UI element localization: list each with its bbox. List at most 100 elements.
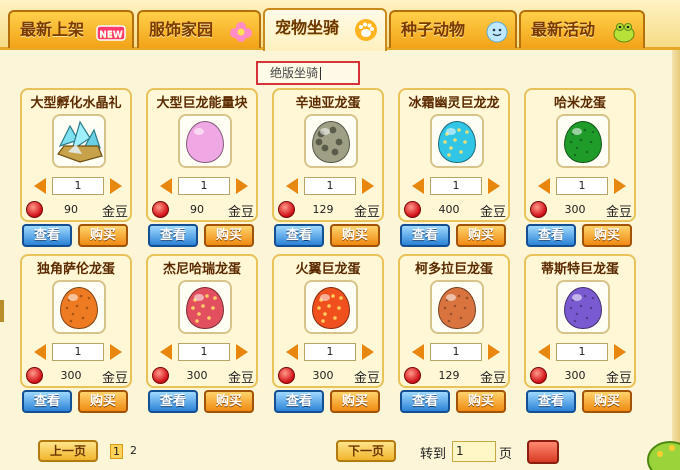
buy-button[interactable]: 购买 xyxy=(330,224,380,247)
item-thumbnail[interactable] xyxy=(178,280,232,334)
gold-bean-icon xyxy=(278,201,295,218)
left-edge-tab xyxy=(0,300,4,322)
tab-clothing[interactable]: 服饰家园 xyxy=(137,10,261,48)
buy-button[interactable]: 购买 xyxy=(78,390,128,413)
page-number-current[interactable]: 1 xyxy=(110,444,123,459)
buy-button[interactable]: 购买 xyxy=(582,224,632,247)
increase-arrow-icon[interactable] xyxy=(110,178,122,194)
view-button[interactable]: 查看 xyxy=(526,390,576,413)
item-thumbnail[interactable] xyxy=(52,114,106,168)
decrease-arrow-icon[interactable] xyxy=(286,344,298,360)
quantity-input[interactable]: 1 xyxy=(52,177,104,195)
search-input[interactable]: 绝版坐骑 xyxy=(256,61,360,85)
goto-page-input[interactable]: 1 xyxy=(452,441,496,462)
quantity-input[interactable]: 1 xyxy=(52,343,104,361)
item-name: 辛迪亚龙蛋 xyxy=(295,96,361,111)
view-button[interactable]: 查看 xyxy=(526,224,576,247)
gold-bean-icon xyxy=(404,367,421,384)
quantity-input[interactable]: 1 xyxy=(304,177,356,195)
increase-arrow-icon[interactable] xyxy=(110,344,122,360)
view-button[interactable]: 查看 xyxy=(400,390,450,413)
increase-arrow-icon[interactable] xyxy=(488,178,500,194)
quantity-stepper: 1 xyxy=(282,176,378,196)
view-button[interactable]: 查看 xyxy=(274,390,324,413)
buy-button[interactable]: 购买 xyxy=(456,390,506,413)
item-thumbnail[interactable] xyxy=(430,114,484,168)
view-button[interactable]: 查看 xyxy=(22,224,72,247)
tab-pets-mounts[interactable]: 宠物坐骑 xyxy=(263,8,387,51)
buy-button[interactable]: 购买 xyxy=(582,390,632,413)
view-button[interactable]: 查看 xyxy=(274,224,324,247)
decrease-arrow-icon[interactable] xyxy=(412,178,424,194)
price-row: 300 金豆 xyxy=(26,366,130,386)
tab-seeds-animals[interactable]: 种子动物 xyxy=(389,10,517,48)
egg-icon xyxy=(186,287,224,329)
view-button[interactable]: 查看 xyxy=(400,224,450,247)
decrease-arrow-icon[interactable] xyxy=(160,178,172,194)
item-price: 129 xyxy=(438,369,460,382)
decrease-arrow-icon[interactable] xyxy=(412,344,424,360)
quantity-stepper: 1 xyxy=(408,176,504,196)
currency-unit: 金豆 xyxy=(227,205,254,220)
increase-arrow-icon[interactable] xyxy=(362,178,374,194)
increase-arrow-icon[interactable] xyxy=(488,344,500,360)
increase-arrow-icon[interactable] xyxy=(236,344,248,360)
goto-go-button[interactable] xyxy=(527,440,559,464)
gold-bean-icon xyxy=(152,367,169,384)
buy-button[interactable]: 购买 xyxy=(456,224,506,247)
increase-arrow-icon[interactable] xyxy=(362,344,374,360)
item-thumbnail[interactable] xyxy=(304,114,358,168)
price-row: 300 金豆 xyxy=(530,366,634,386)
buy-button[interactable]: 购买 xyxy=(204,390,254,413)
view-button[interactable]: 查看 xyxy=(22,390,72,413)
decrease-arrow-icon[interactable] xyxy=(538,178,550,194)
decrease-arrow-icon[interactable] xyxy=(34,178,46,194)
item-name: 柯多拉巨龙蛋 xyxy=(414,262,493,277)
text-caret xyxy=(320,67,322,80)
item-card: 哈米龙蛋 1 300 金豆 xyxy=(524,88,636,222)
increase-arrow-icon[interactable] xyxy=(614,344,626,360)
quantity-stepper: 1 xyxy=(534,176,630,196)
prev-page-button[interactable]: 上一页 xyxy=(38,440,98,462)
buy-button[interactable]: 购买 xyxy=(330,390,380,413)
item-thumbnail[interactable] xyxy=(52,280,106,334)
quantity-input[interactable]: 1 xyxy=(556,177,608,195)
currency-unit: 金豆 xyxy=(101,205,128,220)
item-thumbnail[interactable] xyxy=(178,114,232,168)
search-value: 绝版坐骑 xyxy=(270,66,319,80)
next-page-button[interactable]: 下一页 xyxy=(336,440,396,462)
tab-newest[interactable]: 最新上架 NEW xyxy=(8,10,134,48)
item-thumbnail[interactable] xyxy=(556,114,610,168)
increase-arrow-icon[interactable] xyxy=(236,178,248,194)
quantity-input[interactable]: 1 xyxy=(178,343,230,361)
blue-smiley-icon xyxy=(485,20,509,57)
tab-bar: 最新上架 NEW 服饰家园 宠物坐骑 种子动物 最新活动 xyxy=(0,0,680,51)
buy-button[interactable]: 购买 xyxy=(204,224,254,247)
quantity-input[interactable]: 1 xyxy=(430,343,482,361)
buy-button[interactable]: 购买 xyxy=(78,224,128,247)
quantity-input[interactable]: 1 xyxy=(556,343,608,361)
currency-unit: 金豆 xyxy=(605,205,632,220)
view-button[interactable]: 查看 xyxy=(148,390,198,413)
tab-latest-events[interactable]: 最新活动 xyxy=(519,10,645,48)
currency-unit: 金豆 xyxy=(479,205,506,220)
decrease-arrow-icon[interactable] xyxy=(160,344,172,360)
item-card: 冰霜幽灵巨龙龙 1 400 金豆 xyxy=(398,88,510,222)
increase-arrow-icon[interactable] xyxy=(614,178,626,194)
decrease-arrow-icon[interactable] xyxy=(286,178,298,194)
quantity-input[interactable]: 1 xyxy=(430,177,482,195)
quantity-input[interactable]: 1 xyxy=(178,177,230,195)
decrease-arrow-icon[interactable] xyxy=(34,344,46,360)
view-button[interactable]: 查看 xyxy=(148,224,198,247)
item-card: 火翼巨龙蛋 1 300 金豆 xyxy=(272,254,384,388)
page-number[interactable]: 2 xyxy=(130,444,137,457)
decrease-arrow-icon[interactable] xyxy=(538,344,550,360)
item-thumbnail[interactable] xyxy=(430,280,484,334)
item-thumbnail[interactable] xyxy=(556,280,610,334)
green-frog-icon xyxy=(611,20,637,57)
item-name: 冰霜幽灵巨龙龙 xyxy=(408,96,500,111)
item-thumbnail[interactable] xyxy=(304,280,358,334)
quantity-input[interactable]: 1 xyxy=(304,343,356,361)
item-card: 大型孵化水晶礼 1 90 金豆 xyxy=(20,88,132,222)
gold-bean-icon xyxy=(26,367,43,384)
